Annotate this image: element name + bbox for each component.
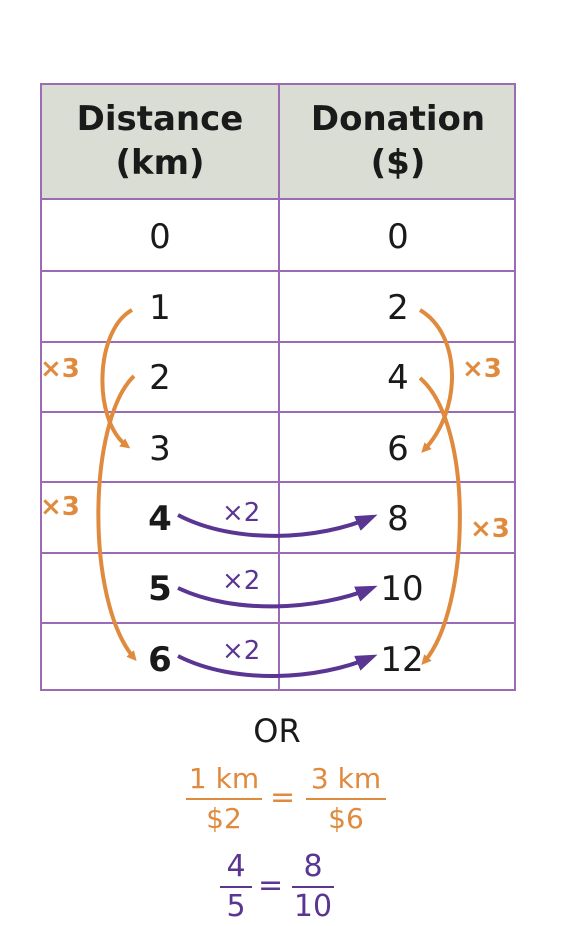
header-donation-unit: ($): [370, 143, 426, 183]
fraction-bar: [306, 798, 386, 800]
left-times3-label-b: ×3: [40, 492, 80, 522]
ratio-table: Distance (km) Donation ($) 0 1 2 3 4 5 6…: [40, 83, 516, 691]
times2-label-row4: ×2: [222, 498, 261, 528]
ratio1-right-numerator: 3 km: [310, 762, 382, 795]
ratio2-right-numerator: 8: [303, 849, 323, 884]
ratio1-right-fraction: 3 km $6: [306, 762, 386, 836]
ratio1-left-denominator: $2: [206, 802, 242, 835]
ratio2-right-fraction: 8 10: [292, 850, 334, 924]
left-times3-label-a: ×3: [40, 354, 80, 384]
row-divider: [42, 552, 514, 554]
ratio1-right-denominator: $6: [328, 802, 364, 835]
donation-cell: 4: [387, 358, 409, 398]
donation-cell: 0: [387, 217, 409, 257]
header-donation: Donation ($): [280, 97, 516, 185]
distance-cell: 1: [149, 288, 171, 328]
distance-cell: 5: [148, 569, 172, 609]
fraction-bar: [292, 886, 334, 888]
distance-cell: 6: [148, 640, 172, 680]
fraction-bar: [186, 798, 262, 800]
right-times3-label-a: ×3: [462, 354, 502, 384]
donation-cell: 10: [380, 569, 424, 609]
row-divider: [42, 622, 514, 624]
row-divider: [42, 270, 514, 272]
donation-cell: 8: [387, 499, 409, 539]
row-divider: [42, 481, 514, 483]
distance-cell: 4: [148, 499, 172, 539]
ratio1-equals: =: [270, 780, 296, 815]
header-distance: Distance (km): [42, 97, 278, 185]
ratio2-left-numerator: 4: [226, 849, 246, 884]
right-times3-label-b: ×3: [470, 514, 510, 544]
row-divider: [42, 411, 514, 413]
ratio2-left-denominator: 5: [226, 889, 246, 924]
distance-cell: 0: [149, 217, 171, 257]
header-distance-unit: (km): [115, 143, 205, 183]
distance-cell: 2: [149, 358, 171, 398]
fraction-bar: [220, 886, 252, 888]
header-distance-title: Distance: [76, 99, 244, 139]
times2-label-row5: ×2: [222, 566, 261, 596]
ratio1-left-numerator: 1 km: [188, 762, 260, 795]
ratio2-equals: =: [258, 868, 284, 903]
ratio1-left-fraction: 1 km $2: [186, 762, 262, 836]
ratio2-left-fraction: 4 5: [220, 850, 252, 924]
header-donation-title: Donation: [310, 99, 486, 139]
times2-label-row6: ×2: [222, 636, 261, 666]
ratio2-right-denominator: 10: [293, 889, 333, 924]
donation-cell: 6: [387, 429, 409, 469]
donation-cell: 2: [387, 288, 409, 328]
or-label: OR: [253, 712, 301, 750]
donation-cell: 12: [380, 640, 424, 680]
distance-cell: 3: [149, 429, 171, 469]
row-divider: [42, 341, 514, 343]
